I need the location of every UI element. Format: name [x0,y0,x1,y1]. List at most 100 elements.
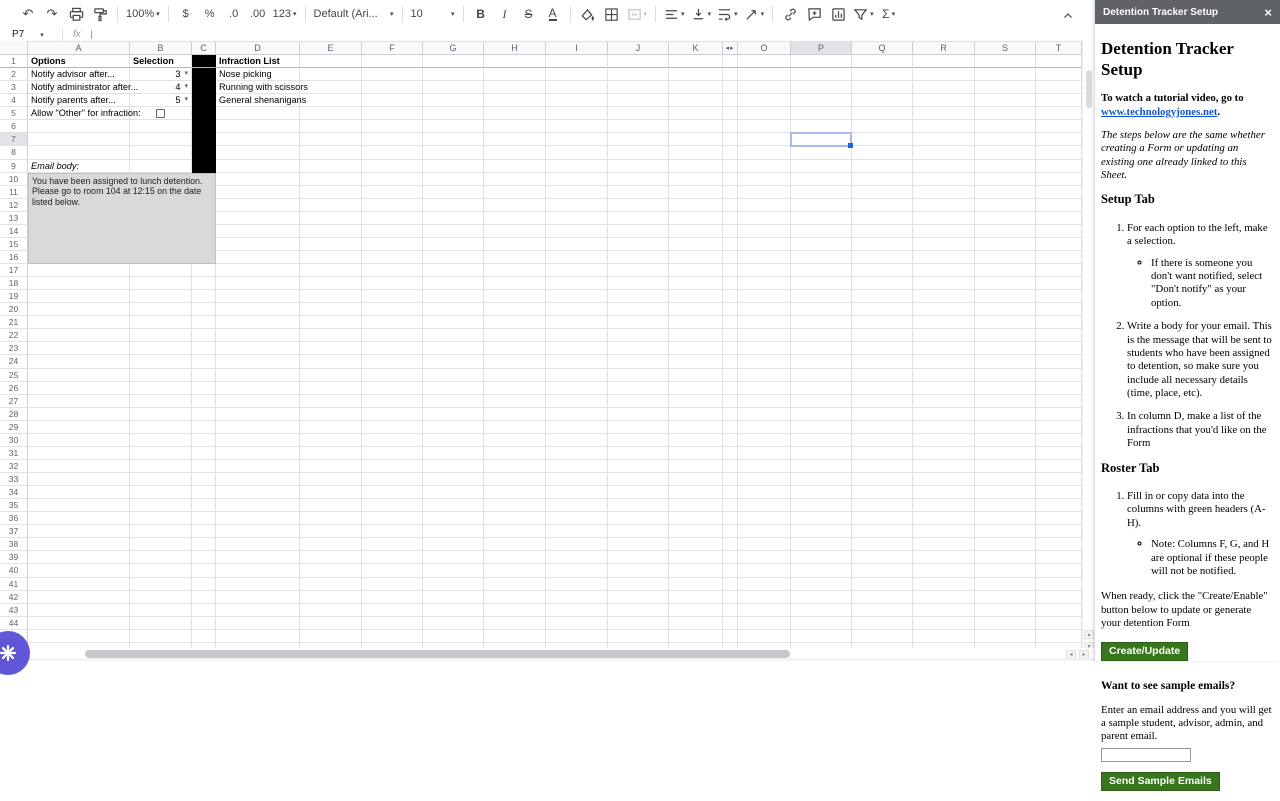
cell-J5[interactable] [608,107,669,121]
cell-P35[interactable] [791,499,852,513]
cell-J18[interactable] [608,277,669,291]
cell-J32[interactable] [608,459,669,473]
collapse-toolbar-button[interactable] [1056,5,1080,27]
cell-O42[interactable] [738,590,791,604]
row-header-30[interactable]: 30 [0,433,28,447]
cell-P42[interactable] [791,590,852,604]
cell-D43[interactable] [216,603,300,617]
cell-T9[interactable] [1036,159,1082,173]
cell-K12[interactable] [669,198,723,212]
cell-R43[interactable] [913,603,975,617]
cell-Q19[interactable] [852,290,913,304]
cell-hidden45[interactable] [723,629,738,643]
cell-E38[interactable] [300,538,362,552]
cell-P9[interactable] [791,159,852,173]
cell-I17[interactable] [546,264,608,278]
cell-B30[interactable] [130,433,192,447]
cell-T16[interactable] [1036,250,1082,264]
cell-Q40[interactable] [852,564,913,578]
cell-O36[interactable] [738,512,791,526]
cell-P44[interactable] [791,616,852,630]
cell-hidden40[interactable] [723,564,738,578]
cell-B24[interactable] [130,355,192,369]
cell-H43[interactable] [484,603,546,617]
cell-E16[interactable] [300,250,362,264]
cell-F28[interactable] [362,407,423,421]
cell-hidden2[interactable] [723,68,738,82]
cell-J16[interactable] [608,250,669,264]
cell-G41[interactable] [423,577,484,591]
cell-H27[interactable] [484,394,546,408]
cell-H4[interactable] [484,94,546,108]
cell-O31[interactable] [738,446,791,460]
cell-O10[interactable] [738,172,791,186]
cell-T5[interactable] [1036,107,1082,121]
cell-D23[interactable] [216,342,300,356]
cell-K20[interactable] [669,303,723,317]
cell-E33[interactable] [300,473,362,487]
cell-E2[interactable] [300,68,362,82]
cell-E15[interactable] [300,237,362,251]
cell-K45[interactable] [669,629,723,643]
cell-P23[interactable] [791,342,852,356]
cell-O19[interactable] [738,290,791,304]
cell-H31[interactable] [484,446,546,460]
cell-C9[interactable] [192,159,216,173]
cell-hidden43[interactable] [723,603,738,617]
functions-button[interactable]: Σ ▾ [877,3,901,25]
cell-R22[interactable] [913,329,975,343]
cell-F43[interactable] [362,603,423,617]
cell-I37[interactable] [546,525,608,539]
cell-F13[interactable] [362,211,423,225]
scroll-up-button[interactable]: ▴ [1084,630,1094,639]
cell-C19[interactable] [192,290,216,304]
cell-I15[interactable] [546,237,608,251]
cell-F29[interactable] [362,420,423,434]
cell-S3[interactable] [975,81,1036,95]
cell-Q28[interactable] [852,407,913,421]
cell-C7[interactable] [192,133,216,147]
cell-I39[interactable] [546,551,608,565]
horizontal-align-button[interactable]: ▾ [661,3,688,25]
cell-B4[interactable]: 5 ▾ [130,94,192,108]
cell-O13[interactable] [738,211,791,225]
paint-format-button[interactable] [88,3,112,25]
cell-B19[interactable] [130,290,192,304]
cell-F39[interactable] [362,551,423,565]
cell-I6[interactable] [546,120,608,134]
cell-R38[interactable] [913,538,975,552]
cell-F30[interactable] [362,433,423,447]
cell-P33[interactable] [791,473,852,487]
cell-P30[interactable] [791,433,852,447]
cell-S1[interactable] [975,55,1036,69]
cell-J27[interactable] [608,394,669,408]
cell-J12[interactable] [608,198,669,212]
cell-E9[interactable] [300,159,362,173]
zoom-select[interactable]: 100% ▾ [123,3,163,25]
cell-K36[interactable] [669,512,723,526]
cell-G3[interactable] [423,81,484,95]
cell-K3[interactable] [669,81,723,95]
cell-A38[interactable] [28,538,130,552]
row-header-15[interactable]: 15 [0,237,28,251]
cell-S10[interactable] [975,172,1036,186]
cell-A33[interactable] [28,473,130,487]
cell-I28[interactable] [546,407,608,421]
cell-J17[interactable] [608,264,669,278]
column-header-T[interactable]: T [1036,41,1082,55]
cell-C23[interactable] [192,342,216,356]
cell-O5[interactable] [738,107,791,121]
cell-S36[interactable] [975,512,1036,526]
row-header-40[interactable]: 40 [0,564,28,578]
filter-button[interactable]: ▾ [850,3,877,25]
cell-F40[interactable] [362,564,423,578]
cell-K38[interactable] [669,538,723,552]
cell-T31[interactable] [1036,446,1082,460]
row-header-34[interactable]: 34 [0,486,28,500]
borders-button[interactable] [600,3,624,25]
cell-O24[interactable] [738,355,791,369]
cell-T23[interactable] [1036,342,1082,356]
cell-S24[interactable] [975,355,1036,369]
cell-B20[interactable] [130,303,192,317]
cell-K10[interactable] [669,172,723,186]
